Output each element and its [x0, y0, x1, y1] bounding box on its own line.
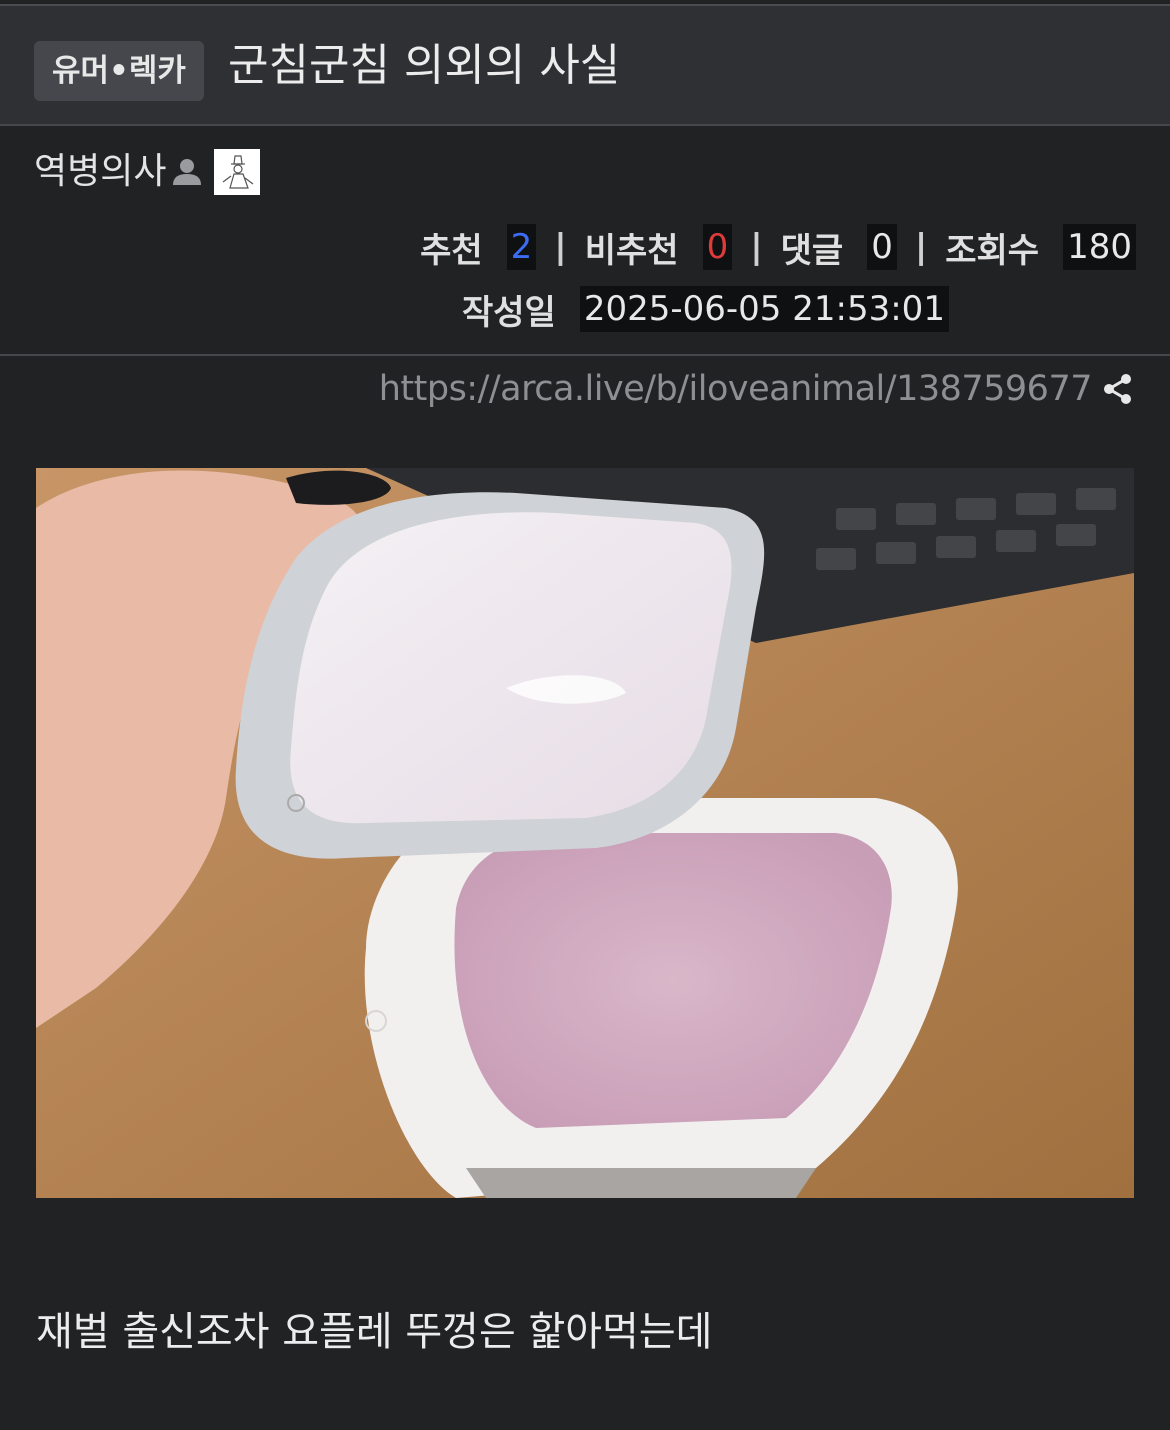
- post-body-text: 재벌 출신조차 요플레 뚜껑은 핥아먹는데: [36, 1309, 713, 1355]
- post-date: 2025-06-05 21:53:01: [579, 286, 949, 332]
- category-badge[interactable]: 유머•렉카: [34, 41, 204, 101]
- avatar[interactable]: [214, 149, 261, 195]
- separator: |: [750, 227, 763, 267]
- date-row: 작성일 2025-06-05 21:53:01: [462, 284, 949, 334]
- author-row: 역병의사: [34, 146, 261, 198]
- url-row: https://arca.live/b/iloveanimal/13875967…: [379, 366, 1136, 412]
- stats-row: 추천 2 | 비추천 0 | 댓글 0 | 조회수 180: [420, 222, 1136, 272]
- yogurt-photo[interactable]: [36, 468, 1134, 1198]
- recommend-count: 2: [506, 224, 537, 270]
- user-icon: [170, 155, 204, 189]
- date-label: 작성일: [462, 292, 556, 333]
- views-label: 조회수: [945, 230, 1040, 271]
- separator: |: [914, 227, 928, 267]
- downvote-label: 비추천: [584, 230, 679, 271]
- views-count: 180: [1063, 224, 1136, 270]
- title-bar: 유머•렉카 군침군침 의외의 사실: [0, 6, 1170, 126]
- downvote-count: 0: [702, 224, 733, 270]
- post-title: 군침군침 의외의 사실: [228, 40, 621, 91]
- author-name[interactable]: 역병의사: [34, 146, 166, 198]
- divider: [0, 354, 1170, 356]
- comments-label: 댓글: [780, 230, 844, 271]
- separator: |: [554, 227, 567, 267]
- share-icon[interactable]: [1100, 371, 1136, 407]
- recommend-label: 추천: [420, 230, 483, 271]
- comments-count: 0: [867, 224, 897, 270]
- post-url[interactable]: https://arca.live/b/iloveanimal/13875967…: [379, 369, 1093, 409]
